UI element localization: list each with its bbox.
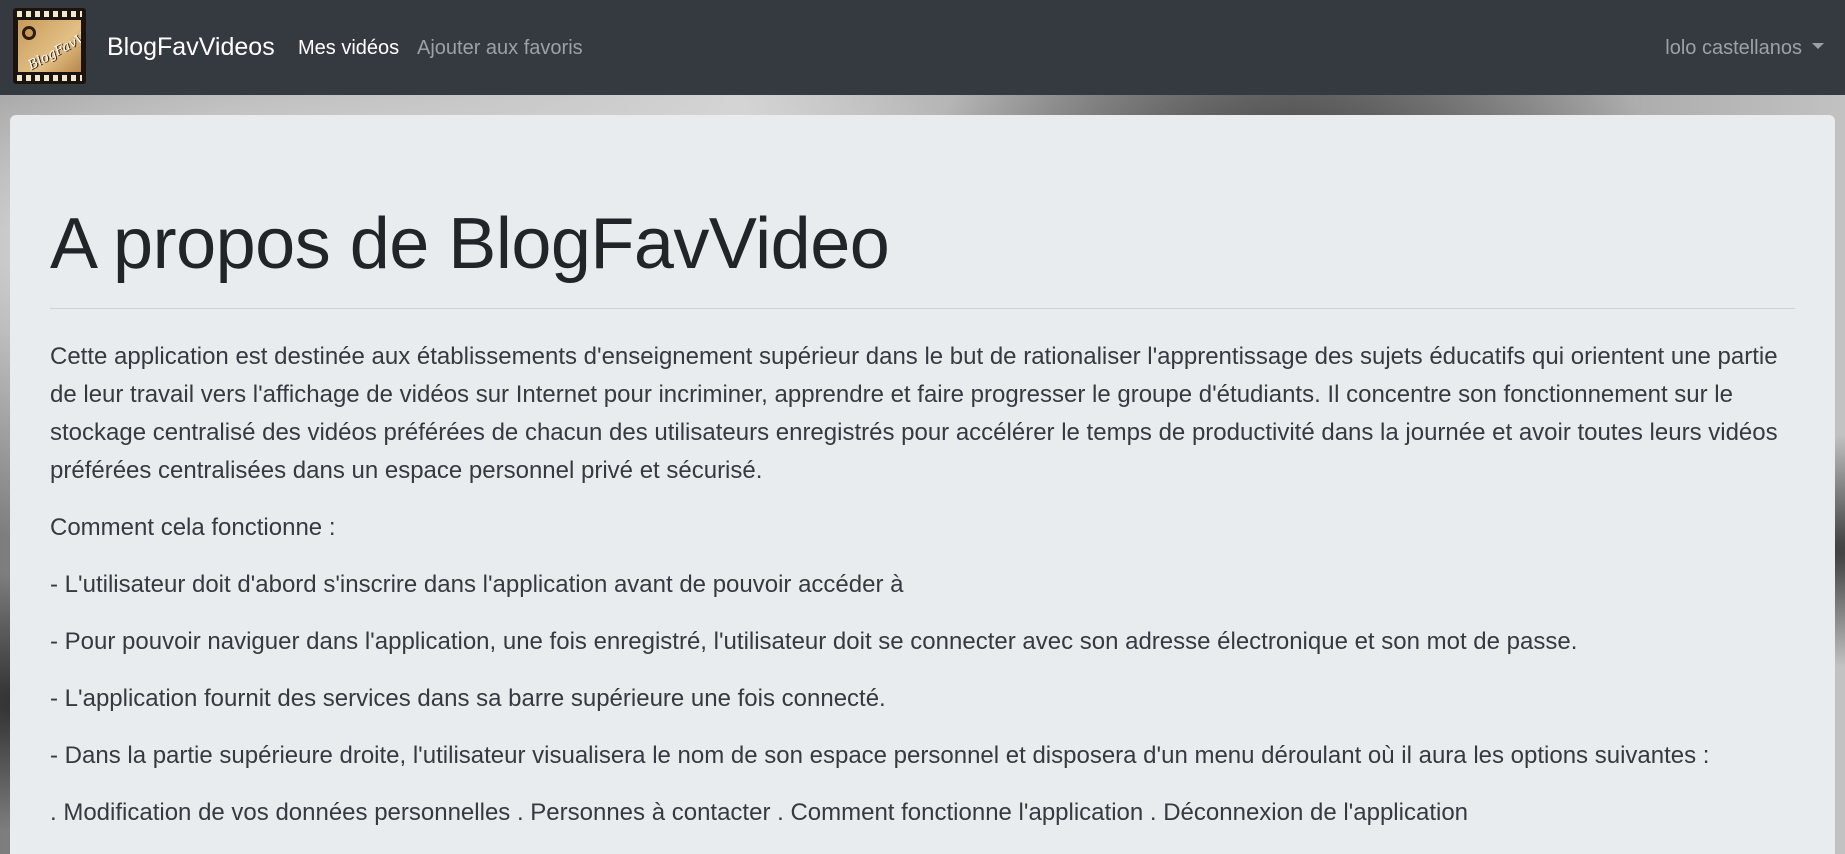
logo-frame: BlogFavVideo [18,20,81,72]
menu-options-list: . Modification de vos données personnell… [50,799,1469,826]
brand-name-link[interactable]: BlogFavVideos [107,30,275,64]
intro-paragraph: Cette application est destinée aux établ… [50,343,1778,484]
step-user-menu: - Dans la partie supérieure droite, l'ut… [50,742,1710,769]
top-navbar: BlogFavVideo BlogFavVideos Mes vidéos Aj… [0,0,1845,95]
film-strip-top [17,11,82,17]
title-divider [50,308,1795,309]
step-services: - L'application fournit des services dan… [50,685,886,712]
film-strip-bottom [17,75,82,81]
about-jumbotron: A propos de BlogFavVideo Cette applicati… [10,115,1835,854]
nav-link-mes-videos[interactable]: Mes vidéos [298,35,399,61]
brand-logo[interactable]: BlogFavVideo [13,8,86,84]
user-dropdown-toggle[interactable]: lolo castellanos [1665,35,1824,61]
page-title: A propos de BlogFavVideo [50,204,890,284]
user-name: lolo castellanos [1665,37,1802,59]
step-login: - Pour pouvoir naviguer dans l'applicati… [50,628,1578,655]
film-reel-icon [22,26,36,40]
how-it-works-heading: Comment cela fonctionne : [50,514,336,541]
about-content: Cette application est destinée aux établ… [50,338,1795,851]
chevron-down-icon [1812,43,1824,49]
step-register: - L'utilisateur doit d'abord s'inscrire … [50,571,904,598]
nav-link-ajouter-favoris[interactable]: Ajouter aux favoris [417,35,583,61]
